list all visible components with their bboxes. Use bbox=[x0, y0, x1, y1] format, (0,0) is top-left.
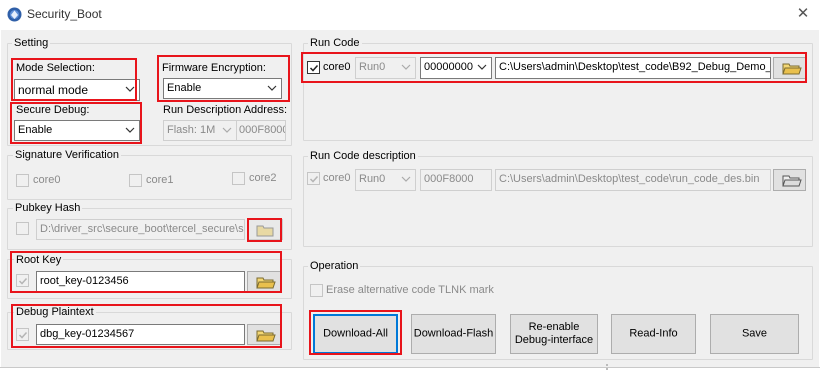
close-icon[interactable]: ✕ bbox=[794, 5, 812, 23]
secure-debug-highlight bbox=[10, 102, 142, 144]
read-info-button[interactable]: Read-Info bbox=[611, 314, 696, 354]
debug-plaintext-highlight bbox=[11, 304, 282, 348]
read-info-label: Read-Info bbox=[629, 327, 678, 340]
run-code-desc-run-dropdown[interactable]: Run0 bbox=[355, 169, 416, 191]
app-icon bbox=[7, 7, 22, 22]
pubkey-path-value: D:\driver_src\secure_boot\tercel_secure\… bbox=[40, 223, 244, 235]
chevron-down-icon bbox=[222, 124, 232, 136]
download-flash-label: Download-Flash bbox=[413, 327, 494, 340]
signature-core2-checkbox[interactable] bbox=[232, 172, 245, 185]
pubkey-path-field[interactable]: D:\driver_src\secure_boot\tercel_secure\… bbox=[36, 219, 245, 240]
reenable-debug-interface-button[interactable]: Re-enable Debug-interface bbox=[510, 314, 598, 354]
erase-tlnk-label: Erase alternative code TLNK mark bbox=[326, 284, 494, 296]
signature-core2-label: core2 bbox=[249, 172, 277, 184]
mode-selection-highlight bbox=[11, 58, 137, 101]
erase-tlnk-checkbox[interactable] bbox=[310, 284, 323, 297]
run-code-desc-browse-button[interactable] bbox=[773, 169, 806, 191]
operation-title: Operation bbox=[308, 260, 361, 272]
root-key-highlight bbox=[10, 251, 282, 293]
run-code-desc-core0-label: core0 bbox=[323, 172, 351, 184]
run-code-desc-path-field[interactable]: C:\Users\admin\Desktop\test_code\run_cod… bbox=[495, 169, 771, 191]
run-code-desc-core0-checkbox[interactable] bbox=[307, 172, 320, 185]
run-code-desc-run-value: Run0 bbox=[359, 173, 386, 185]
folder-icon bbox=[782, 175, 802, 187]
save-label: Save bbox=[741, 327, 768, 340]
run-code-title: Run Code bbox=[308, 37, 362, 49]
window-bottom-border bbox=[0, 367, 820, 368]
download-flash-button[interactable]: Download-Flash bbox=[411, 314, 496, 354]
flash-size-dropdown[interactable]: Flash: 1M bbox=[163, 120, 237, 141]
signature-core0-checkbox[interactable] bbox=[16, 174, 29, 187]
flash-size-value: Flash: 1M bbox=[167, 124, 216, 136]
reenable-debug-interface-label: Re-enable Debug-interface bbox=[514, 321, 594, 346]
run-code-desc-address-value: 000F8000 bbox=[424, 173, 474, 185]
signature-core1-label: core1 bbox=[146, 174, 174, 186]
title-bar bbox=[0, 0, 820, 30]
run-code-desc-address-field[interactable]: 000F8000 bbox=[420, 169, 492, 191]
resize-grip-icon[interactable] bbox=[606, 364, 612, 370]
run-code-desc-title: Run Code description bbox=[308, 150, 418, 162]
run-description-address-label: Run Description Address: bbox=[163, 104, 288, 116]
pubkey-browse-highlight bbox=[247, 218, 282, 242]
window-title: Security_Boot bbox=[27, 7, 102, 21]
download-all-highlight bbox=[309, 310, 402, 355]
signature-title: Signature Verification bbox=[13, 149, 121, 161]
run-code-desc-path-value: C:\Users\admin\Desktop\test_code\run_cod… bbox=[499, 173, 760, 185]
pubkey-checkbox[interactable] bbox=[16, 222, 29, 235]
chevron-down-icon bbox=[401, 173, 411, 185]
signature-core0-label: core0 bbox=[33, 174, 61, 186]
signature-core1-checkbox[interactable] bbox=[129, 174, 142, 187]
firmware-encryption-highlight bbox=[157, 55, 290, 102]
setting-title: Setting bbox=[12, 37, 51, 49]
pubkey-title: Pubkey Hash bbox=[13, 202, 83, 214]
run-description-address-value: 000F8000 bbox=[239, 124, 286, 136]
run-description-address-field[interactable]: 000F8000 bbox=[236, 120, 286, 141]
run-code-highlight bbox=[301, 52, 807, 83]
save-button[interactable]: Save bbox=[710, 314, 799, 354]
